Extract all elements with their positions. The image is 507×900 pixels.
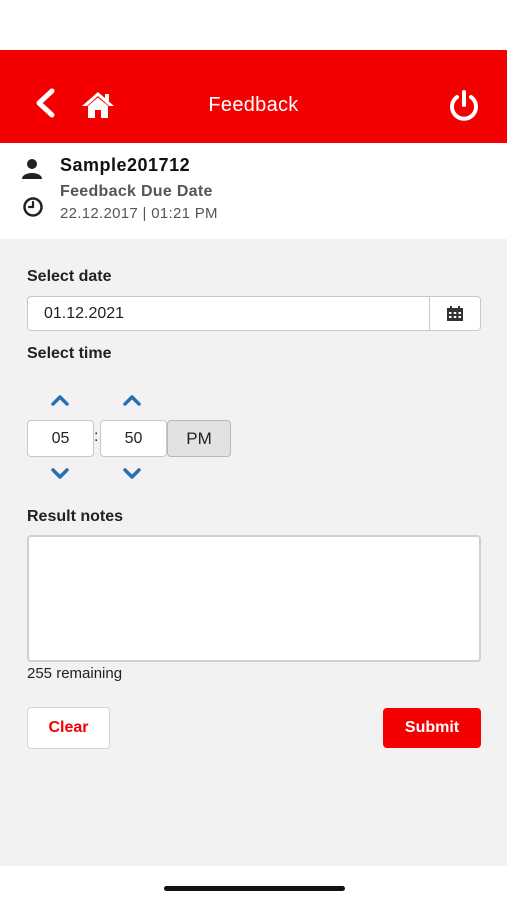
hour-down-chevron-icon[interactable]: [50, 468, 70, 480]
sample-name: Sample201712: [60, 155, 191, 175]
calendar-button[interactable]: [429, 296, 481, 331]
hour-up-chevron-icon[interactable]: [50, 394, 70, 406]
user-icon: [22, 159, 42, 179]
result-notes-label: Result notes: [27, 508, 124, 525]
minute-input[interactable]: 50: [100, 420, 167, 457]
power-icon[interactable]: [446, 88, 482, 124]
minute-down-chevron-icon[interactable]: [122, 468, 142, 480]
date-input[interactable]: 01.12.2021: [27, 296, 429, 331]
home-indicator[interactable]: [164, 886, 345, 891]
feedback-form: Select date 01.12.2021 Select time 05 : …: [0, 239, 507, 866]
app-header: Feedback: [0, 50, 507, 143]
select-date-label: Select date: [27, 268, 112, 285]
sample-info: Sample201712 Feedback Due Date 22.12.201…: [0, 143, 507, 239]
submit-button[interactable]: Submit: [383, 708, 481, 748]
meridiem-toggle-button[interactable]: PM: [167, 420, 231, 457]
remaining-counter: 255 remaining: [27, 665, 123, 682]
select-time-label: Select time: [27, 345, 112, 362]
clear-button[interactable]: Clear: [27, 707, 110, 749]
result-notes-textarea[interactable]: [27, 535, 481, 662]
status-bar: [0, 0, 507, 50]
calendar-icon: [447, 305, 463, 321]
due-date-label: Feedback Due Date: [60, 183, 213, 200]
due-date-value: 22.12.2017 | 01:21 PM: [60, 205, 218, 222]
page-title: Feedback: [208, 94, 299, 116]
minute-up-chevron-icon[interactable]: [122, 394, 142, 406]
clock-icon: [23, 197, 43, 217]
hour-input[interactable]: 05: [27, 420, 94, 457]
time-separator: :: [94, 428, 99, 445]
bottom-bar: [0, 866, 507, 900]
